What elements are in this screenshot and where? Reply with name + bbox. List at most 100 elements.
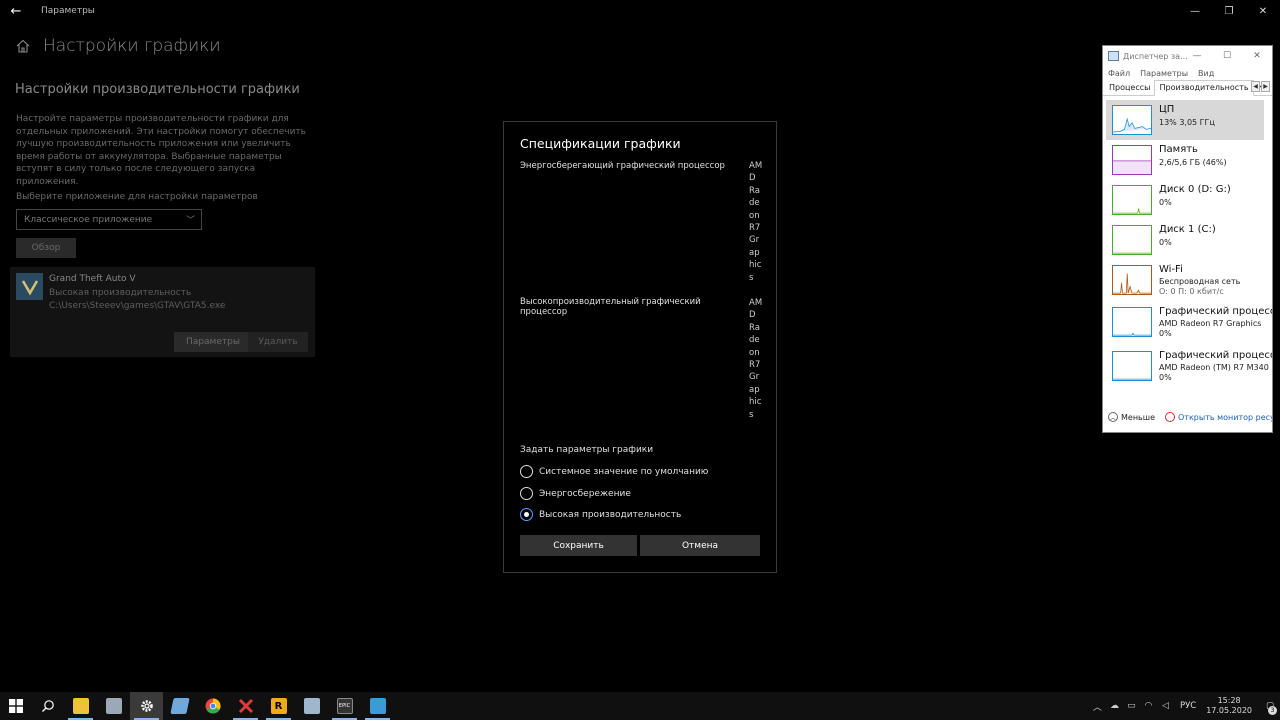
taskbar-chrome[interactable] — [196, 692, 229, 720]
gpu-graph-icon — [1112, 351, 1152, 381]
high-perf-gpu-label: Высокопроизводительный графический проце… — [520, 297, 701, 317]
tray-chevron-up-icon[interactable]: ︿ — [1089, 700, 1106, 713]
volume-icon[interactable]: ◁ — [1157, 701, 1174, 711]
perf-item-sub: AMD Radeon R7 Graphics — [1159, 319, 1262, 328]
app-type-dropdown[interactable]: Классическое приложение ﹀ — [16, 209, 202, 230]
app-type-value: Классическое приложение — [24, 214, 153, 225]
pc-icon — [105, 698, 122, 714]
window-controls: — ❐ ✕ — [1178, 0, 1280, 22]
perf-item-sub2: 0% — [1159, 329, 1172, 338]
menu-view[interactable]: Вид — [1198, 69, 1214, 78]
cloud-icon[interactable]: ☁ — [1106, 701, 1123, 711]
perf-item-sub: AMD Radeon (TM) R7 M340 — [1159, 363, 1269, 372]
perf-item-name: Диск 1 (C:) — [1159, 224, 1216, 235]
task-manager-icon — [369, 698, 386, 714]
action-center-button[interactable]: ▢ 3 — [1260, 692, 1280, 720]
page-title: Настройки графики — [43, 36, 221, 56]
memory-graph-icon — [1112, 145, 1152, 175]
app-delete-button[interactable]: Удалить — [248, 332, 308, 352]
home-icon[interactable] — [15, 38, 31, 54]
perf-item-sub: 2,6/5,6 ГБ (46%) — [1159, 158, 1227, 167]
app-name: Grand Theft Auto V — [49, 274, 136, 284]
system-tray: ︿ ☁ ▭ ◠ ◁ РУС 15:28 17.05.2020 ▢ 3 — [1089, 692, 1280, 720]
language-indicator[interactable]: РУС — [1180, 701, 1196, 711]
radio-button-checked[interactable] — [520, 508, 533, 521]
tm-maximize-button[interactable]: ☐ — [1212, 46, 1242, 66]
radio-option-power-saving[interactable]: Энергосбережение — [520, 487, 631, 500]
graphics-spec-dialog: Спецификации графики Энергосберегающий г… — [503, 121, 777, 573]
taskbar: R EPIC ︿ ☁ ▭ ◠ ◁ РУС 15:28 17.05.2020 ▢ … — [0, 692, 1280, 720]
taskbar-settings[interactable] — [130, 692, 163, 720]
x-app-icon — [238, 698, 253, 714]
tab-scroll-right-icon[interactable]: ▶ — [1261, 81, 1270, 92]
disk-graph-icon — [1112, 225, 1152, 255]
fewer-details-label: Меньше — [1121, 412, 1156, 422]
tm-close-button[interactable]: ✕ — [1242, 46, 1272, 66]
clock-time: 15:28 — [1217, 696, 1241, 705]
perf-item-cpu[interactable]: ЦП 13% 3,05 ГГц — [1106, 100, 1264, 140]
back-button[interactable]: ← — [0, 0, 32, 22]
choose-app-label: Выберите приложение для настройки параме… — [16, 192, 258, 202]
power-saving-gpu-label: Энергосберегающий графический процессор — [520, 161, 725, 171]
perf-item-sub: 0% — [1159, 198, 1172, 207]
gpu-graph-icon — [1112, 307, 1152, 337]
notification-count: 3 — [1268, 706, 1277, 715]
restore-button[interactable]: ❐ — [1212, 0, 1246, 22]
app-mode: Высокая производительность — [49, 288, 192, 298]
perf-item-disk-1[interactable]: Диск 1 (C:) 0% — [1106, 220, 1264, 260]
perf-item-gpu-1[interactable]: Графический процессор AMD Radeon (TM) R7… — [1106, 346, 1272, 386]
task-manager-controls: — ☐ ✕ — [1182, 46, 1272, 66]
resource-monitor-icon — [1165, 412, 1176, 422]
save-button[interactable]: Сохранить — [520, 535, 637, 556]
taskbar-rockstar[interactable]: R — [262, 692, 295, 720]
perf-item-name: Диск 0 (D: G:) — [1159, 184, 1231, 195]
epic-games-icon: EPIC — [336, 698, 353, 714]
taskbar-x-app[interactable] — [229, 692, 262, 720]
app-params-button[interactable]: Параметры — [174, 332, 252, 352]
menu-options[interactable]: Параметры — [1140, 69, 1188, 78]
rockstar-icon: R — [270, 698, 287, 714]
fewer-details-button[interactable]: ︿ Меньше — [1108, 412, 1155, 422]
battery-icon[interactable]: ▭ — [1123, 701, 1140, 711]
taskbar-app-4[interactable] — [163, 692, 196, 720]
minimize-button[interactable]: — — [1178, 0, 1212, 22]
perf-item-gpu-0[interactable]: Графический процессор AMD Radeon R7 Grap… — [1106, 302, 1272, 342]
perf-item-disk-0[interactable]: Диск 0 (D: G:) 0% — [1106, 180, 1264, 220]
wifi-icon[interactable]: ◠ — [1140, 701, 1157, 711]
radio-button[interactable] — [520, 465, 533, 478]
task-manager-tabs: Процессы Производительность Ж ◀ ▶ — [1103, 80, 1272, 96]
section-description: Настройте параметры производительности г… — [16, 114, 306, 187]
taskbar-app-window[interactable] — [295, 692, 328, 720]
tab-performance[interactable]: Производительность — [1154, 80, 1254, 96]
resource-monitor-link[interactable]: Открыть монитор ресурсов — [1165, 412, 1272, 422]
taskbar-task-manager[interactable] — [361, 692, 394, 720]
start-button[interactable] — [0, 692, 32, 720]
tm-minimize-button[interactable]: — — [1182, 46, 1212, 66]
perf-item-sub: 0% — [1159, 238, 1172, 247]
radio-label: Энергосбережение — [539, 488, 631, 499]
close-button[interactable]: ✕ — [1246, 0, 1280, 22]
radio-button[interactable] — [520, 487, 533, 500]
tab-processes[interactable]: Процессы — [1105, 83, 1154, 95]
perf-item-memory[interactable]: Память 2,6/5,6 ГБ (46%) — [1106, 140, 1264, 180]
perf-item-name: ЦП — [1159, 104, 1175, 115]
taskbar-epic-games[interactable]: EPIC — [328, 692, 361, 720]
app-entry-card[interactable]: Grand Theft Auto V Высокая производитель… — [10, 267, 315, 357]
chrome-icon — [205, 698, 221, 714]
search-button[interactable] — [32, 692, 64, 720]
radio-option-high-performance[interactable]: Высокая производительность — [520, 508, 681, 521]
cancel-button[interactable]: Отмена — [640, 535, 760, 556]
clock[interactable]: 15:28 17.05.2020 — [1206, 696, 1252, 716]
wifi-graph-icon — [1112, 265, 1152, 295]
browse-button[interactable]: Обзор — [16, 238, 76, 258]
app-window-icon — [303, 698, 320, 714]
taskbar-pc[interactable] — [97, 692, 130, 720]
taskbar-file-explorer[interactable] — [64, 692, 97, 720]
radio-option-default[interactable]: Системное значение по умолчанию — [520, 465, 708, 478]
menu-file[interactable]: Файл — [1108, 69, 1130, 78]
tab-scroll-left-icon[interactable]: ◀ — [1251, 81, 1260, 92]
gta-v-app-icon — [16, 273, 43, 300]
perf-item-wifi[interactable]: Wi-Fi Беспроводная сеть О: 0 П: 0 кбит/с — [1106, 260, 1264, 300]
chevron-down-icon: ﹀ — [185, 216, 195, 226]
radio-label: Системное значение по умолчанию — [539, 466, 709, 477]
